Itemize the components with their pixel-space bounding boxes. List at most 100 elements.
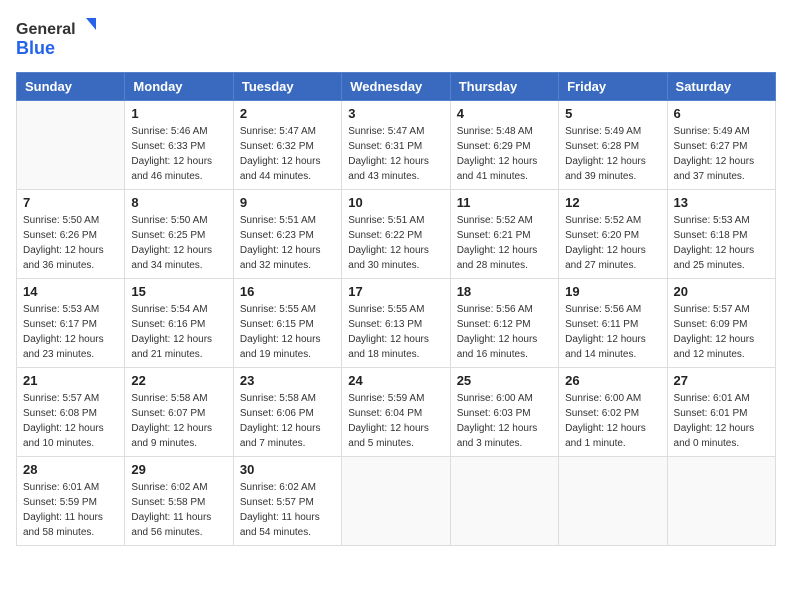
day-number: 4 [457, 106, 552, 121]
weekday-header-thursday: Thursday [450, 73, 558, 101]
day-info: Sunrise: 6:00 AMSunset: 6:02 PMDaylight:… [565, 391, 660, 451]
calendar-cell: 18 Sunrise: 5:56 AMSunset: 6:12 PMDayligh… [450, 279, 558, 368]
day-info: Sunrise: 5:59 AMSunset: 6:04 PMDaylight:… [348, 391, 443, 451]
day-number: 26 [565, 373, 660, 388]
day-number: 2 [240, 106, 335, 121]
calendar-cell: 16 Sunrise: 5:55 AMSunset: 6:15 PMDayligh… [233, 279, 341, 368]
day-info: Sunrise: 5:51 AMSunset: 6:23 PMDaylight:… [240, 213, 335, 273]
day-number: 1 [131, 106, 226, 121]
day-number: 6 [674, 106, 769, 121]
day-number: 22 [131, 373, 226, 388]
day-number: 9 [240, 195, 335, 210]
day-info: Sunrise: 5:56 AMSunset: 6:12 PMDaylight:… [457, 302, 552, 362]
day-number: 29 [131, 462, 226, 477]
day-number: 16 [240, 284, 335, 299]
day-number: 10 [348, 195, 443, 210]
logo-svg: GeneralBlue [16, 16, 106, 60]
weekday-header-friday: Friday [559, 73, 667, 101]
day-info: Sunrise: 5:55 AMSunset: 6:15 PMDaylight:… [240, 302, 335, 362]
calendar-cell [559, 457, 667, 546]
calendar-cell: 20Sunrise: 5:57 AMSunset: 6:09 PMDayligh… [667, 279, 775, 368]
calendar-week-5: 28 Sunrise: 6:01 AMSunset: 5:59 PMDayligh… [17, 457, 776, 546]
calendar-cell: 3 Sunrise: 5:47 AMSunset: 6:31 PMDaylight… [342, 101, 450, 190]
day-number: 28 [23, 462, 118, 477]
day-info: Sunrise: 5:49 AMSunset: 6:27 PMDaylight:… [674, 124, 769, 184]
weekday-header-tuesday: Tuesday [233, 73, 341, 101]
calendar-cell: 29 Sunrise: 6:02 AMSunset: 5:58 PMDayligh… [125, 457, 233, 546]
day-info: Sunrise: 5:47 AMSunset: 6:31 PMDaylight:… [348, 124, 443, 184]
day-number: 20 [674, 284, 769, 299]
calendar-cell: 17Sunrise: 5:55 AMSunset: 6:13 PMDayligh… [342, 279, 450, 368]
calendar-cell: 21 Sunrise: 5:57 AMSunset: 6:08 PMDayligh… [17, 368, 125, 457]
day-info: Sunrise: 5:50 AMSunset: 6:26 PMDaylight:… [23, 213, 118, 273]
calendar-cell: 28 Sunrise: 6:01 AMSunset: 5:59 PMDayligh… [17, 457, 125, 546]
calendar-cell: 2 Sunrise: 5:47 AMSunset: 6:32 PMDaylight… [233, 101, 341, 190]
weekday-header-row: SundayMondayTuesdayWednesdayThursdayFrid… [17, 73, 776, 101]
calendar-week-4: 21 Sunrise: 5:57 AMSunset: 6:08 PMDayligh… [17, 368, 776, 457]
day-number: 15 [131, 284, 226, 299]
day-info: Sunrise: 6:02 AMSunset: 5:57 PMDaylight:… [240, 480, 335, 540]
calendar-cell: 24Sunrise: 5:59 AMSunset: 6:04 PMDayligh… [342, 368, 450, 457]
weekday-header-monday: Monday [125, 73, 233, 101]
day-number: 14 [23, 284, 118, 299]
calendar-cell: 12 Sunrise: 5:52 AMSunset: 6:20 PMDayligh… [559, 190, 667, 279]
calendar-cell: 14 Sunrise: 5:53 AMSunset: 6:17 PMDayligh… [17, 279, 125, 368]
day-info: Sunrise: 5:53 AMSunset: 6:17 PMDaylight:… [23, 302, 118, 362]
day-info: Sunrise: 5:50 AMSunset: 6:25 PMDaylight:… [131, 213, 226, 273]
weekday-header-sunday: Sunday [17, 73, 125, 101]
day-number: 12 [565, 195, 660, 210]
calendar-week-2: 7 Sunrise: 5:50 AMSunset: 6:26 PMDaylight… [17, 190, 776, 279]
day-info: Sunrise: 5:47 AMSunset: 6:32 PMDaylight:… [240, 124, 335, 184]
day-info: Sunrise: 5:56 AMSunset: 6:11 PMDaylight:… [565, 302, 660, 362]
calendar-cell: 11 Sunrise: 5:52 AMSunset: 6:21 PMDayligh… [450, 190, 558, 279]
day-number: 5 [565, 106, 660, 121]
day-info: Sunrise: 5:55 AMSunset: 6:13 PMDaylight:… [348, 302, 443, 362]
day-info: Sunrise: 5:58 AMSunset: 6:06 PMDaylight:… [240, 391, 335, 451]
day-number: 7 [23, 195, 118, 210]
day-number: 25 [457, 373, 552, 388]
day-number: 21 [23, 373, 118, 388]
logo: GeneralBlue [16, 16, 106, 60]
calendar-cell: 7 Sunrise: 5:50 AMSunset: 6:26 PMDaylight… [17, 190, 125, 279]
day-number: 27 [674, 373, 769, 388]
day-info: Sunrise: 6:01 AMSunset: 5:59 PMDaylight:… [23, 480, 118, 540]
day-info: Sunrise: 5:53 AMSunset: 6:18 PMDaylight:… [674, 213, 769, 273]
calendar-cell: 4Sunrise: 5:48 AMSunset: 6:29 PMDaylight… [450, 101, 558, 190]
calendar-cell: 10Sunrise: 5:51 AMSunset: 6:22 PMDayligh… [342, 190, 450, 279]
calendar: SundayMondayTuesdayWednesdayThursdayFrid… [16, 72, 776, 546]
calendar-cell: 26 Sunrise: 6:00 AMSunset: 6:02 PMDayligh… [559, 368, 667, 457]
calendar-cell [342, 457, 450, 546]
day-info: Sunrise: 5:52 AMSunset: 6:20 PMDaylight:… [565, 213, 660, 273]
calendar-cell: 8 Sunrise: 5:50 AMSunset: 6:25 PMDaylight… [125, 190, 233, 279]
day-number: 13 [674, 195, 769, 210]
calendar-cell: 9 Sunrise: 5:51 AMSunset: 6:23 PMDaylight… [233, 190, 341, 279]
calendar-cell: 19Sunrise: 5:56 AMSunset: 6:11 PMDayligh… [559, 279, 667, 368]
day-info: Sunrise: 5:49 AMSunset: 6:28 PMDaylight:… [565, 124, 660, 184]
calendar-cell: 22 Sunrise: 5:58 AMSunset: 6:07 PMDayligh… [125, 368, 233, 457]
calendar-cell: 15 Sunrise: 5:54 AMSunset: 6:16 PMDayligh… [125, 279, 233, 368]
calendar-cell: 25Sunrise: 6:00 AMSunset: 6:03 PMDayligh… [450, 368, 558, 457]
page-header: GeneralBlue [16, 16, 776, 60]
day-info: Sunrise: 5:52 AMSunset: 6:21 PMDaylight:… [457, 213, 552, 273]
day-info: Sunrise: 6:02 AMSunset: 5:58 PMDaylight:… [131, 480, 226, 540]
day-number: 18 [457, 284, 552, 299]
day-number: 11 [457, 195, 552, 210]
day-number: 3 [348, 106, 443, 121]
weekday-header-saturday: Saturday [667, 73, 775, 101]
day-info: Sunrise: 5:46 AMSunset: 6:33 PMDaylight:… [131, 124, 226, 184]
day-info: Sunrise: 5:57 AMSunset: 6:08 PMDaylight:… [23, 391, 118, 451]
svg-text:General: General [16, 21, 76, 38]
calendar-cell: 6 Sunrise: 5:49 AMSunset: 6:27 PMDaylight… [667, 101, 775, 190]
calendar-cell: 30 Sunrise: 6:02 AMSunset: 5:57 PMDayligh… [233, 457, 341, 546]
day-number: 8 [131, 195, 226, 210]
svg-text:Blue: Blue [16, 38, 55, 58]
day-info: Sunrise: 5:54 AMSunset: 6:16 PMDaylight:… [131, 302, 226, 362]
day-number: 30 [240, 462, 335, 477]
calendar-week-3: 14 Sunrise: 5:53 AMSunset: 6:17 PMDayligh… [17, 279, 776, 368]
day-info: Sunrise: 5:58 AMSunset: 6:07 PMDaylight:… [131, 391, 226, 451]
calendar-cell: 13 Sunrise: 5:53 AMSunset: 6:18 PMDayligh… [667, 190, 775, 279]
calendar-cell [17, 101, 125, 190]
calendar-cell [450, 457, 558, 546]
calendar-week-1: 1 Sunrise: 5:46 AMSunset: 6:33 PMDaylight… [17, 101, 776, 190]
calendar-cell: 5 Sunrise: 5:49 AMSunset: 6:28 PMDaylight… [559, 101, 667, 190]
